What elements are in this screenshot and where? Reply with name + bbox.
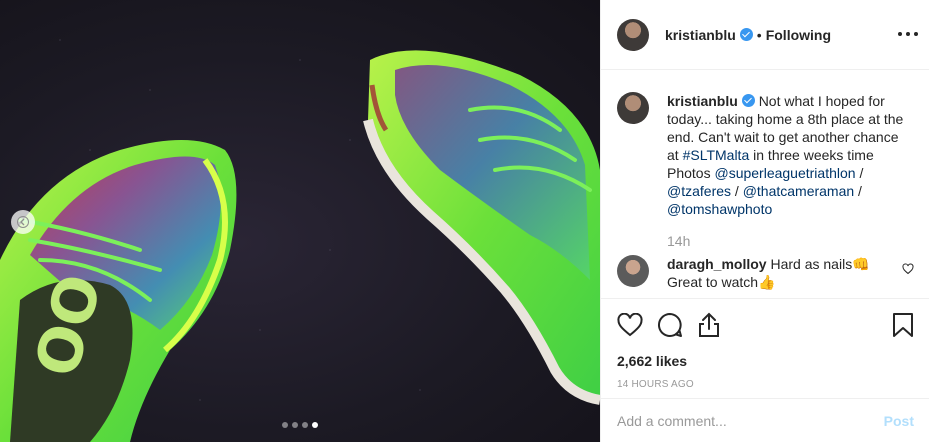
caption-text-part: / bbox=[854, 183, 862, 199]
post-sidebar: kristianblu • Following kristianblu Not … bbox=[600, 0, 929, 442]
following-button[interactable]: Following bbox=[766, 27, 831, 43]
heart-outline-icon[interactable] bbox=[902, 263, 914, 275]
post-photo[interactable]: OO bbox=[0, 0, 600, 442]
caption-link[interactable]: #SLTMalta bbox=[683, 147, 750, 163]
like-count[interactable]: 2,662 likes bbox=[617, 353, 914, 369]
share-icon[interactable] bbox=[697, 312, 721, 338]
commenter-avatar[interactable] bbox=[617, 255, 649, 287]
author-meta: kristianblu • Following bbox=[665, 27, 831, 43]
carousel-dot bbox=[312, 422, 318, 428]
caption-text-part: / bbox=[855, 165, 864, 181]
comments-section: kristianblu Not what I hoped for today..… bbox=[601, 70, 929, 298]
verified-badge-icon bbox=[741, 94, 755, 107]
post-comment-button[interactable]: Post bbox=[884, 413, 914, 429]
comment: daragh_molloy Hard as nails👊 Great to wa… bbox=[617, 255, 914, 291]
action-icons bbox=[617, 311, 914, 339]
chevron-left-icon bbox=[17, 216, 29, 228]
add-comment-bar: Post bbox=[601, 398, 929, 442]
bookmark-icon[interactable] bbox=[892, 312, 914, 338]
post-actions: 2,662 likes 14 HOURS AGO bbox=[601, 298, 929, 390]
comment-body: daragh_molloy Hard as nails👊 Great to wa… bbox=[667, 255, 877, 291]
caption-text: Not what I hoped for today... taking hom… bbox=[667, 93, 903, 217]
carousel-prev-button[interactable] bbox=[11, 210, 35, 234]
caption-username[interactable]: kristianblu bbox=[667, 93, 738, 109]
instagram-post: OO kristianblu • Following kristianblu N… bbox=[0, 0, 929, 442]
post-timestamp[interactable]: 14 HOURS AGO bbox=[617, 379, 914, 390]
comment-username[interactable]: daragh_molloy bbox=[667, 256, 767, 272]
right-shoe bbox=[363, 50, 600, 405]
author-username[interactable]: kristianblu bbox=[665, 27, 736, 43]
caption: kristianblu Not what I hoped for today..… bbox=[617, 92, 914, 218]
verified-badge-icon bbox=[739, 28, 753, 41]
carousel-indicator bbox=[0, 422, 600, 428]
shoes-image: OO bbox=[0, 39, 600, 442]
caption-text-part: / bbox=[731, 183, 743, 199]
caption-link[interactable]: @thatcameraman bbox=[743, 183, 854, 199]
comment-icon[interactable] bbox=[657, 312, 683, 338]
caption-link[interactable]: @tzaferes bbox=[667, 183, 731, 199]
author-avatar[interactable] bbox=[617, 18, 649, 51]
caption-body: kristianblu Not what I hoped for today..… bbox=[667, 92, 912, 218]
caption-link[interactable]: @tomshawphoto bbox=[667, 201, 772, 217]
carousel-dot bbox=[282, 422, 288, 428]
post-header: kristianblu • Following bbox=[601, 0, 929, 70]
separator-dot: • bbox=[756, 26, 762, 43]
more-options-icon[interactable] bbox=[898, 24, 918, 44]
caption-avatar[interactable] bbox=[617, 92, 649, 124]
comment-input[interactable] bbox=[617, 412, 884, 429]
carousel-dot bbox=[292, 422, 298, 428]
caption-link[interactable]: @superleaguetriathlon bbox=[714, 165, 855, 181]
left-shoe: OO bbox=[0, 140, 237, 442]
heart-icon[interactable] bbox=[617, 313, 643, 337]
carousel-dot bbox=[302, 422, 308, 428]
caption-time[interactable]: 14h bbox=[667, 233, 914, 249]
